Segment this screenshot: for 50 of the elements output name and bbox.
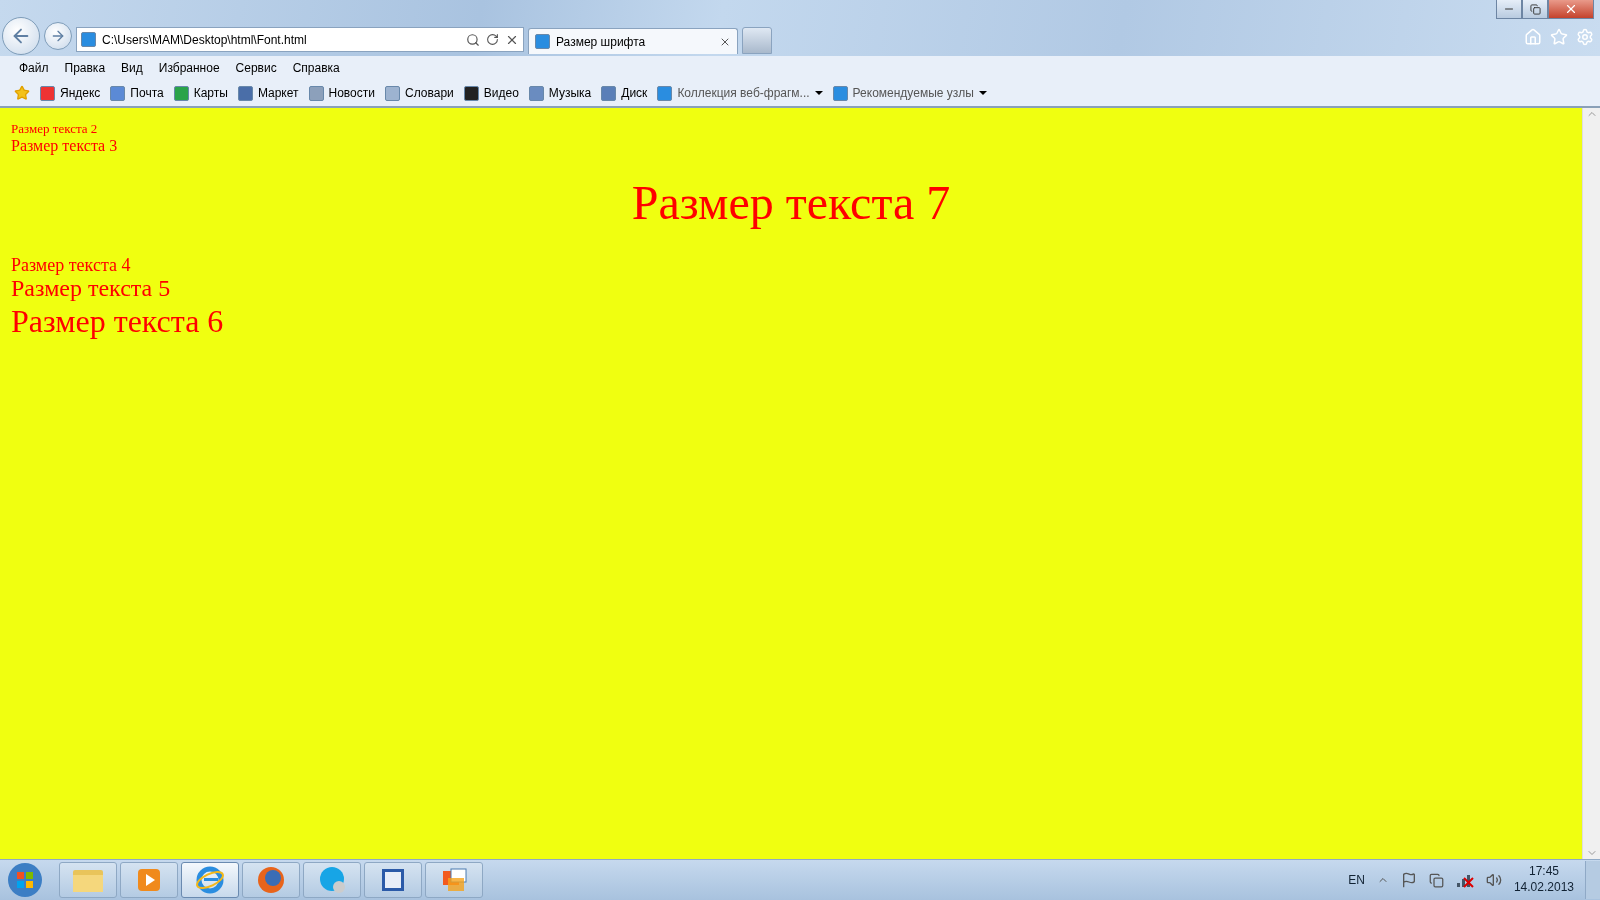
close-button[interactable] [1548,0,1594,19]
favorites-link[interactable]: Музыка [528,85,592,101]
flag-icon[interactable] [1400,872,1417,888]
restore-button[interactable] [1522,0,1548,19]
signal-bars-icon[interactable] [1455,872,1474,888]
favorites-link[interactable]: Маркет [237,85,299,101]
taskbar-app-button[interactable] [181,862,239,898]
address-field[interactable]: C:\Users\MAM\Desktop\html\Font.html [76,27,524,52]
menu-item[interactable]: Файл [19,59,49,77]
menu-item[interactable]: Сервис [235,59,277,77]
arrow-right-icon [50,28,66,44]
minimize-button[interactable] [1496,0,1522,19]
favorites-link[interactable]: Коллекция веб-фрагм... [657,85,823,101]
favorites-link[interactable]: Диск [601,85,648,101]
search-icon[interactable] [466,32,480,47]
favorites-link[interactable]: Яндекс [40,85,101,101]
favorites-link[interactable]: Словари [385,85,454,101]
clock[interactable]: 17:45 14.02.2013 [1513,864,1574,896]
heading-text: Размер текста 4 [11,254,131,275]
favorites-link[interactable]: Почта [110,85,164,101]
dropdown-caret-icon[interactable] [978,91,987,95]
heading-text: Размер текста 5 [11,275,171,302]
close-icon [1564,2,1578,16]
browser-tab[interactable]: Размер шрифта [528,28,738,54]
heading-text: Размер текста 7 [631,176,951,230]
taskbar-app-button[interactable] [242,862,300,898]
restore-icon [1529,3,1541,15]
star-icon[interactable] [14,85,30,101]
back-button[interactable] [2,17,40,55]
heading-text: Размер текста 2 [11,121,98,136]
favorites-link[interactable]: Видео [463,85,519,101]
favorites-link[interactable]: Карты [173,85,228,101]
heading-text: Размер текста 3 [11,136,118,154]
language-indicator[interactable]: EN [1348,873,1365,887]
letter-e-globe-icon [195,865,225,895]
favorites-link[interactable]: Новости [308,85,375,101]
menu-item[interactable]: Вид [121,59,143,77]
menu-item[interactable]: Избранное [158,59,220,77]
taskbar-app-button[interactable] [364,862,422,898]
favorites-link[interactable]: Рекомендуемые узлы [832,85,987,101]
menu-item[interactable]: Правка [64,59,106,77]
taskbar-app-button[interactable] [425,862,483,898]
windows-logo-icon [6,861,44,899]
new-tab-button[interactable] [742,27,772,54]
taskbar-app-button[interactable] [120,862,178,898]
dropdown-caret-icon[interactable] [814,91,823,95]
menu-item[interactable]: Справка [292,59,340,77]
forward-button[interactable] [44,22,72,50]
refresh-icon[interactable] [486,33,499,46]
heading-text: Размер текста 6 [11,302,224,339]
